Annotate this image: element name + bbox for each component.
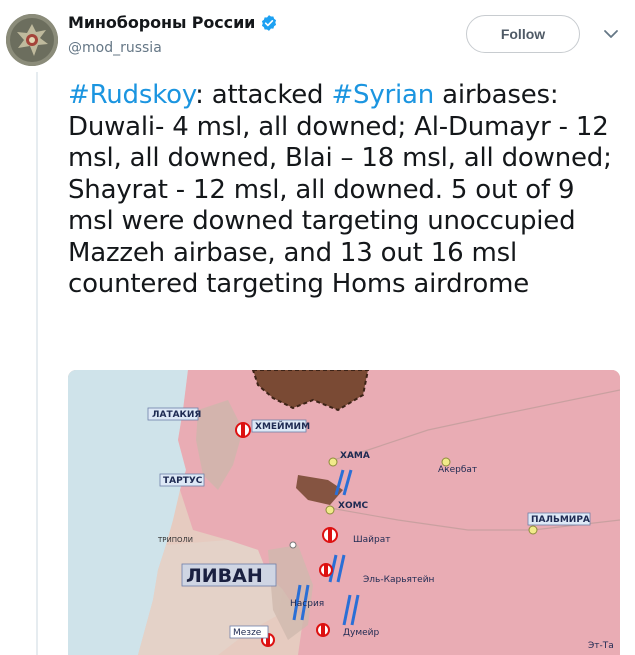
tweet-text-part: airbases: Duwali- 4 msl, all downed; Al-… <box>68 80 612 299</box>
map-label-hama: ХАМА <box>340 451 370 461</box>
avatar[interactable] <box>6 14 58 66</box>
handle[interactable]: @mod_russia <box>68 40 162 56</box>
tweet-text-part: : attacked <box>195 80 332 110</box>
syria-strike-map: ЛАТАКИЯ ХМЕЙМИМ ТАРТУС ХАМА Акербат ХОМС… <box>68 370 620 655</box>
emblem-icon <box>6 14 58 66</box>
verified-badge-icon <box>262 14 277 31</box>
map-label-homs: ХОМС <box>338 501 369 511</box>
map-label-lebanon: ЛИВАН <box>186 565 263 587</box>
city-marker-palmyra <box>528 525 538 535</box>
follow-button[interactable]: Follow <box>466 15 580 53</box>
city-marker-hama <box>328 457 338 467</box>
map-label-palmyra: ПАЛЬМИРА <box>531 515 590 525</box>
city-marker-tripoli <box>289 541 297 549</box>
hashtag-rudskoy-link[interactable]: #Rudskoy <box>68 80 195 110</box>
account-name-row[interactable]: Минобороны России <box>68 13 278 32</box>
city-marker-homs <box>325 505 335 515</box>
map-label-et-tiyas: Эт-Та <box>588 641 614 651</box>
chevron-down-icon[interactable] <box>603 28 619 40</box>
map-label-mezze: Мезze <box>233 628 262 638</box>
display-name[interactable]: Минобороны России <box>68 13 255 32</box>
tweet-text: #Rudskoy: attacked #Syrian airbases: Duw… <box>68 80 613 301</box>
map-label-dumayr: Думейр <box>343 628 380 638</box>
map-label-nasriya: Насрия <box>290 599 324 609</box>
hashtag-syrian-link[interactable]: #Syrian <box>331 80 434 110</box>
map-label-tripoli: ТРИПОЛИ <box>157 536 193 544</box>
thread-line <box>36 72 38 655</box>
tweet-media-map[interactable]: ЛАТАКИЯ ХМЕЙМИМ ТАРТУС ХАМА Акербат ХОМС… <box>68 370 620 655</box>
map-label-akerbat: Акербат <box>438 465 477 475</box>
map-label-el-karyatein: Эль-Карьятейн <box>363 575 435 585</box>
map-label-tartus: ТАРТУС <box>163 476 203 486</box>
map-label-hmeimim: ХМЕЙМИМ <box>255 420 310 432</box>
map-label-shayrat: Шайрат <box>353 535 390 545</box>
map-label-latakia: ЛАТАКИЯ <box>152 410 201 420</box>
